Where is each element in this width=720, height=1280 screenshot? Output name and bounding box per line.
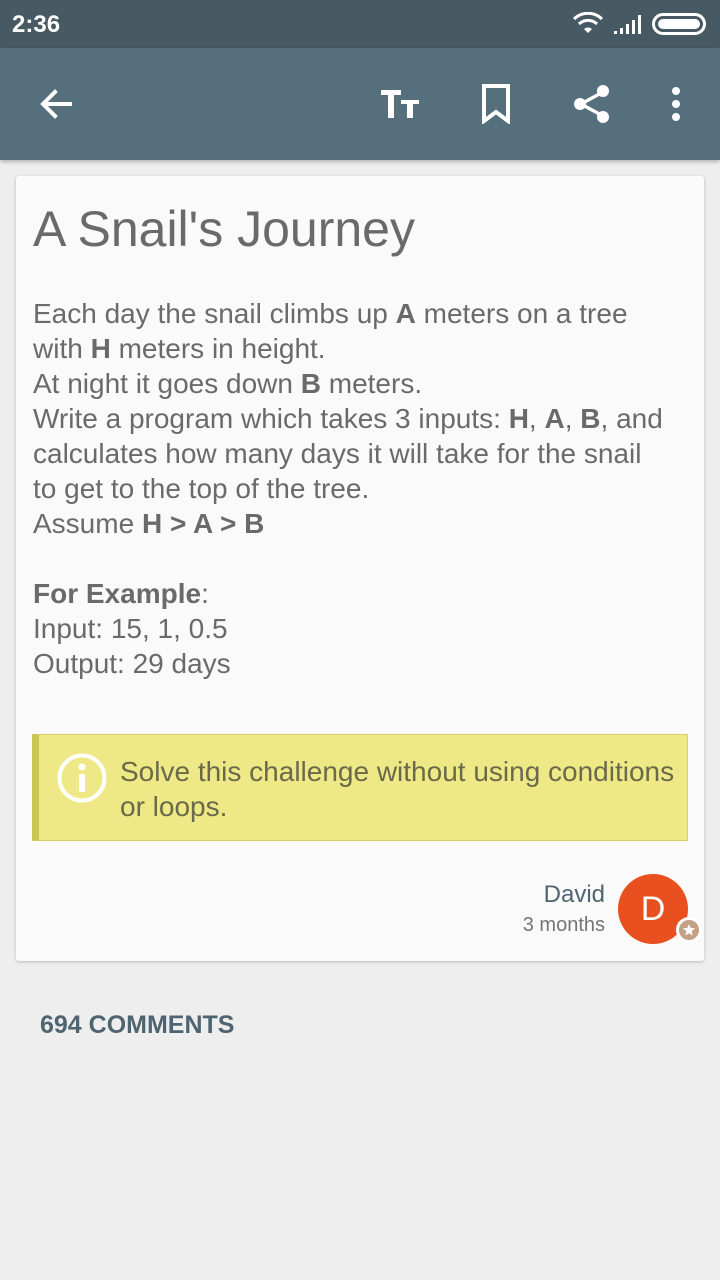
- bookmark-button[interactable]: [468, 76, 524, 132]
- description-line: to get to the top of the tree.: [33, 471, 698, 506]
- text-size-icon: [381, 90, 419, 118]
- description-bold-text: B: [300, 368, 321, 399]
- star-badge-icon: [676, 917, 702, 943]
- description-text: Each day the snail climbs up: [33, 298, 396, 329]
- back-arrow-icon: [40, 89, 72, 119]
- note-text: Solve this challenge without using condi…: [120, 756, 675, 822]
- description-text: ,: [564, 403, 581, 434]
- description-text: ,: [528, 403, 545, 434]
- description-bold-text: H > A > B: [141, 508, 265, 539]
- description-line: Assume H > A > B: [33, 506, 698, 541]
- text-size-button[interactable]: [372, 76, 428, 132]
- bookmark-icon: [482, 84, 510, 124]
- description-text: with: [33, 333, 91, 364]
- challenge-note: Solve this challenge without using condi…: [32, 734, 688, 841]
- description-text: :: [201, 578, 209, 609]
- description-bold-text: A: [395, 298, 416, 329]
- challenge-description: Each day the snail climbs up A meters on…: [33, 296, 698, 681]
- challenge-title: A Snail's Journey: [33, 201, 415, 257]
- description-text: At night it goes down: [33, 368, 301, 399]
- description-text: calculates how many days it will take fo…: [33, 438, 642, 469]
- status-icons: [572, 10, 708, 38]
- description-spacer: [33, 541, 698, 576]
- avatar-letter: D: [640, 889, 666, 928]
- share-button[interactable]: [564, 76, 620, 132]
- description-bold-text: B: [580, 403, 601, 434]
- description-text: Write a program which takes 3 inputs:: [33, 403, 509, 434]
- description-text: meters.: [320, 368, 423, 399]
- app-bar: [0, 48, 720, 160]
- post-time: 3 months: [522, 914, 605, 936]
- info-icon: [57, 753, 107, 803]
- description-line: calculates how many days it will take fo…: [33, 436, 698, 471]
- description-line: Each day the snail climbs up A meters on…: [33, 296, 698, 331]
- more-options-button[interactable]: [648, 76, 704, 132]
- description-bold-text: H: [90, 333, 111, 364]
- comments-header[interactable]: 694 COMMENTS: [40, 1011, 234, 1040]
- share-icon: [574, 85, 609, 123]
- description-text: meters in height.: [110, 333, 326, 364]
- description-line: with H meters in height.: [33, 331, 698, 366]
- description-bold-text: A: [544, 403, 565, 434]
- description-line: Write a program which takes 3 inputs: H,…: [33, 401, 698, 436]
- status-time: 2:36: [12, 11, 61, 38]
- description-line: For Example:: [33, 576, 698, 611]
- description-text: Assume: [33, 508, 142, 539]
- description-bold-text: H: [508, 403, 529, 434]
- description-bold-text: For Example: [33, 578, 202, 609]
- description-line: At night it goes down B meters.: [33, 366, 698, 401]
- description-line: Input: 15, 1, 0.5: [33, 611, 698, 646]
- description-line: Output: 29 days: [33, 646, 698, 681]
- challenge-card: A Snail's Journey Each day the snail cli…: [16, 176, 704, 961]
- battery-icon: [652, 13, 706, 35]
- description-text: to get to the top of the tree.: [33, 473, 370, 504]
- status-bar: 2:36: [0, 0, 720, 48]
- description-text: meters on a tree: [415, 298, 628, 329]
- back-button[interactable]: [28, 76, 84, 132]
- signal-icon: [614, 15, 641, 34]
- description-text: Output: 29 days: [33, 648, 231, 679]
- author-name[interactable]: David: [544, 881, 605, 909]
- wifi-icon: [572, 12, 604, 33]
- description-text: Input: 15, 1, 0.5: [33, 613, 228, 644]
- description-text: , and: [600, 403, 663, 434]
- more-vert-icon: [672, 87, 680, 121]
